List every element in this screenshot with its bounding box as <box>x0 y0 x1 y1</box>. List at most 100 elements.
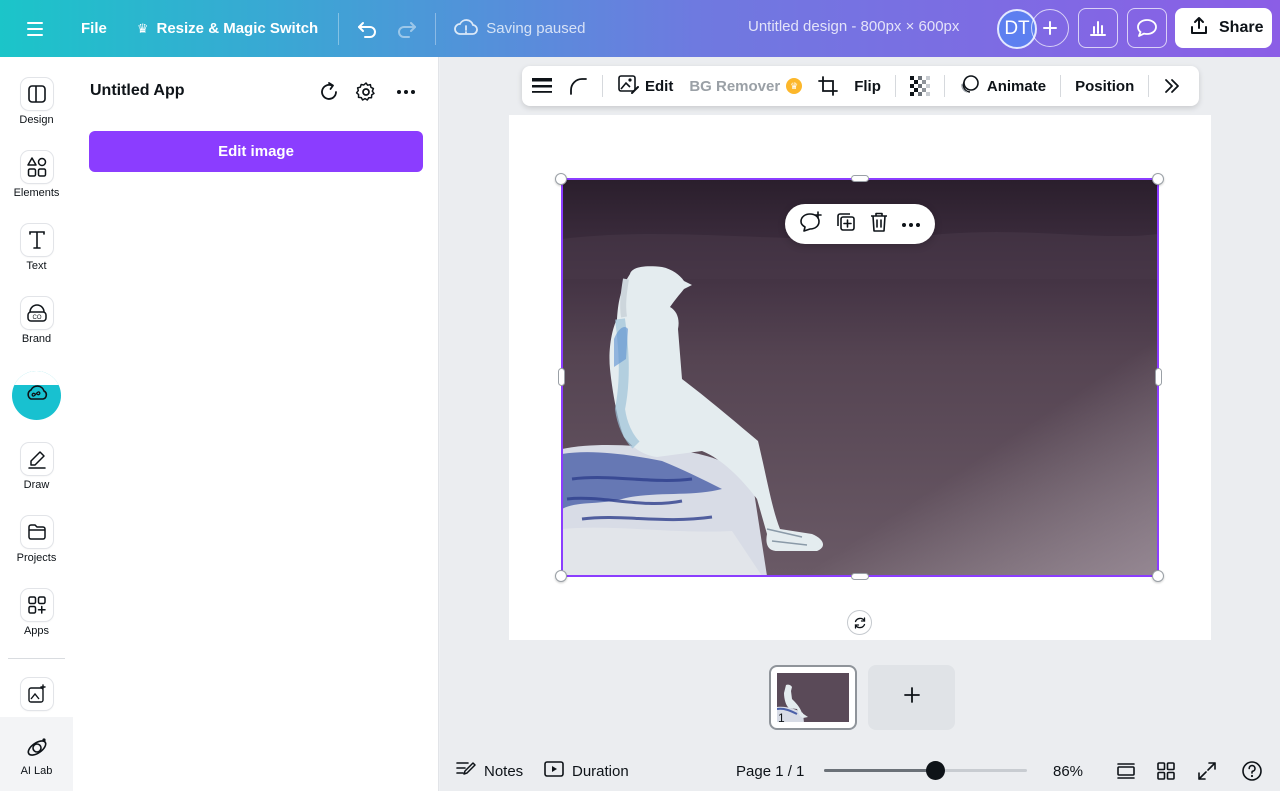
zoom-level[interactable]: 86% <box>1053 763 1083 780</box>
transparency-icon[interactable] <box>902 66 938 106</box>
crop-icon[interactable] <box>810 66 846 106</box>
rail-item-ai-lab[interactable]: AI Lab <box>0 735 73 777</box>
text-icon <box>20 224 53 256</box>
zoom-slider-thumb[interactable] <box>926 761 946 780</box>
plus-icon <box>903 686 921 709</box>
file-label: File <box>81 20 107 37</box>
fullscreen-icon[interactable] <box>1195 759 1219 783</box>
share-icon <box>1189 16 1209 41</box>
element-floating-menu <box>785 204 935 244</box>
position-label: Position <box>1075 77 1135 95</box>
design-icon <box>20 78 53 110</box>
crown-icon: ♛ <box>136 20 149 36</box>
resize-handle-top[interactable] <box>851 175 869 182</box>
add-comment-icon[interactable] <box>799 210 823 238</box>
notes-label: Notes <box>484 762 524 780</box>
file-menu-button[interactable]: File <box>69 9 119 49</box>
brand-icon: CO <box>20 297 53 329</box>
rail-label: AI Lab <box>20 765 53 777</box>
flip-label: Flip <box>854 77 881 95</box>
rail-label: Text <box>26 260 47 272</box>
refresh-icon[interactable] <box>315 78 343 106</box>
rail-item-design[interactable]: Design <box>0 78 73 126</box>
gear-icon[interactable] <box>352 78 380 106</box>
rail-divider <box>8 658 65 659</box>
cloud-app-icon <box>25 384 49 409</box>
rail-item-elements[interactable]: Elements <box>0 151 73 199</box>
divider <box>435 12 437 45</box>
rail-label: Brand <box>21 333 52 345</box>
resize-handle-top-left[interactable] <box>555 173 567 185</box>
pages-view-icon[interactable] <box>1114 759 1138 783</box>
edit-image-button[interactable]: Edit image <box>89 131 423 172</box>
hamburger-icon[interactable] <box>16 9 56 49</box>
duplicate-icon[interactable] <box>835 211 857 238</box>
page-thumbnail-preview <box>777 673 849 722</box>
rail-label: Draw <box>23 479 50 491</box>
invite-plus-icon[interactable] <box>1031 9 1069 47</box>
animate-label: Animate <box>986 77 1047 95</box>
share-label: Share <box>1219 19 1264 36</box>
duration-button[interactable]: Duration <box>544 761 629 781</box>
projects-icon <box>20 516 53 548</box>
draw-icon <box>20 443 53 475</box>
design-title[interactable]: Untitled design - 800px × 600px <box>748 18 959 35</box>
resize-label: Resize & Magic Switch <box>156 20 319 37</box>
resize-handle-bottom-left[interactable] <box>555 570 567 582</box>
play-icon <box>544 761 564 781</box>
magic-image-icon <box>20 678 53 710</box>
rail-label: Elements <box>13 187 60 199</box>
trash-icon[interactable] <box>869 211 889 238</box>
zoom-slider-fill <box>824 769 936 772</box>
context-toolbar: Edit BG Remover ♛ Flip Animate Position <box>522 66 1199 106</box>
help-icon[interactable] <box>1240 759 1264 783</box>
resize-handle-bottom[interactable] <box>851 573 869 580</box>
resize-handle-top-right[interactable] <box>1152 173 1164 185</box>
rail-label: Apps <box>23 625 50 637</box>
comment-icon[interactable] <box>1127 8 1167 48</box>
more-options-icon[interactable] <box>901 215 921 233</box>
rail-item-apps[interactable]: Apps <box>0 589 73 637</box>
resize-handle-bottom-right[interactable] <box>1152 570 1164 582</box>
top-bar: File ♛ Resize & Magic Switch Saving paus… <box>0 0 1280 57</box>
animate-icon <box>959 74 981 98</box>
flip-button[interactable]: Flip <box>846 66 889 106</box>
share-button[interactable]: Share <box>1175 8 1272 48</box>
rail-item-draw[interactable]: Draw <box>0 443 73 491</box>
more-options-icon[interactable] <box>392 78 420 106</box>
resize-handle-right[interactable] <box>1155 368 1162 386</box>
rail-item-cloud-app-active[interactable] <box>12 371 61 420</box>
rail-item-brand[interactable]: CO Brand <box>0 297 73 345</box>
stroke-weight-icon[interactable] <box>522 66 560 106</box>
page-indicator[interactable]: Page 1 / 1 <box>736 763 804 780</box>
rotate-handle-icon[interactable] <box>847 610 872 635</box>
image-edit-icon <box>617 74 639 98</box>
rail-label: Design <box>19 114 54 126</box>
edit-tool-button[interactable]: Edit <box>609 66 681 106</box>
apps-icon <box>20 589 53 621</box>
grid-view-icon[interactable] <box>1154 759 1178 783</box>
notes-icon <box>456 761 476 781</box>
corner-rounding-icon[interactable] <box>560 66 596 106</box>
add-page-button[interactable] <box>868 665 955 730</box>
rail-item-magic-media[interactable] <box>0 678 73 710</box>
elements-icon <box>20 151 53 183</box>
notes-button[interactable]: Notes <box>456 761 523 781</box>
animate-button[interactable]: Animate <box>951 66 1054 106</box>
resize-handle-left[interactable] <box>558 368 565 386</box>
svg-text:CO: CO <box>32 315 41 321</box>
undo-icon[interactable] <box>347 9 387 49</box>
insights-chart-icon[interactable] <box>1078 8 1118 48</box>
duration-label: Duration <box>572 762 629 780</box>
bg-remover-button[interactable]: BG Remover ♛ <box>681 66 810 106</box>
rail-item-projects[interactable]: Projects <box>0 516 73 564</box>
redo-icon[interactable] <box>387 9 427 49</box>
page-number: 1 <box>778 711 785 725</box>
rail-label: Projects <box>16 552 57 564</box>
resize-magic-switch-button[interactable]: ♛ Resize & Magic Switch <box>125 9 330 49</box>
edit-label: Edit <box>645 77 674 95</box>
rail-item-text[interactable]: Text <box>0 224 73 272</box>
position-button[interactable]: Position <box>1067 66 1142 106</box>
more-tools-chevron-icon[interactable] <box>1155 66 1189 106</box>
cloud-icon <box>454 18 479 40</box>
